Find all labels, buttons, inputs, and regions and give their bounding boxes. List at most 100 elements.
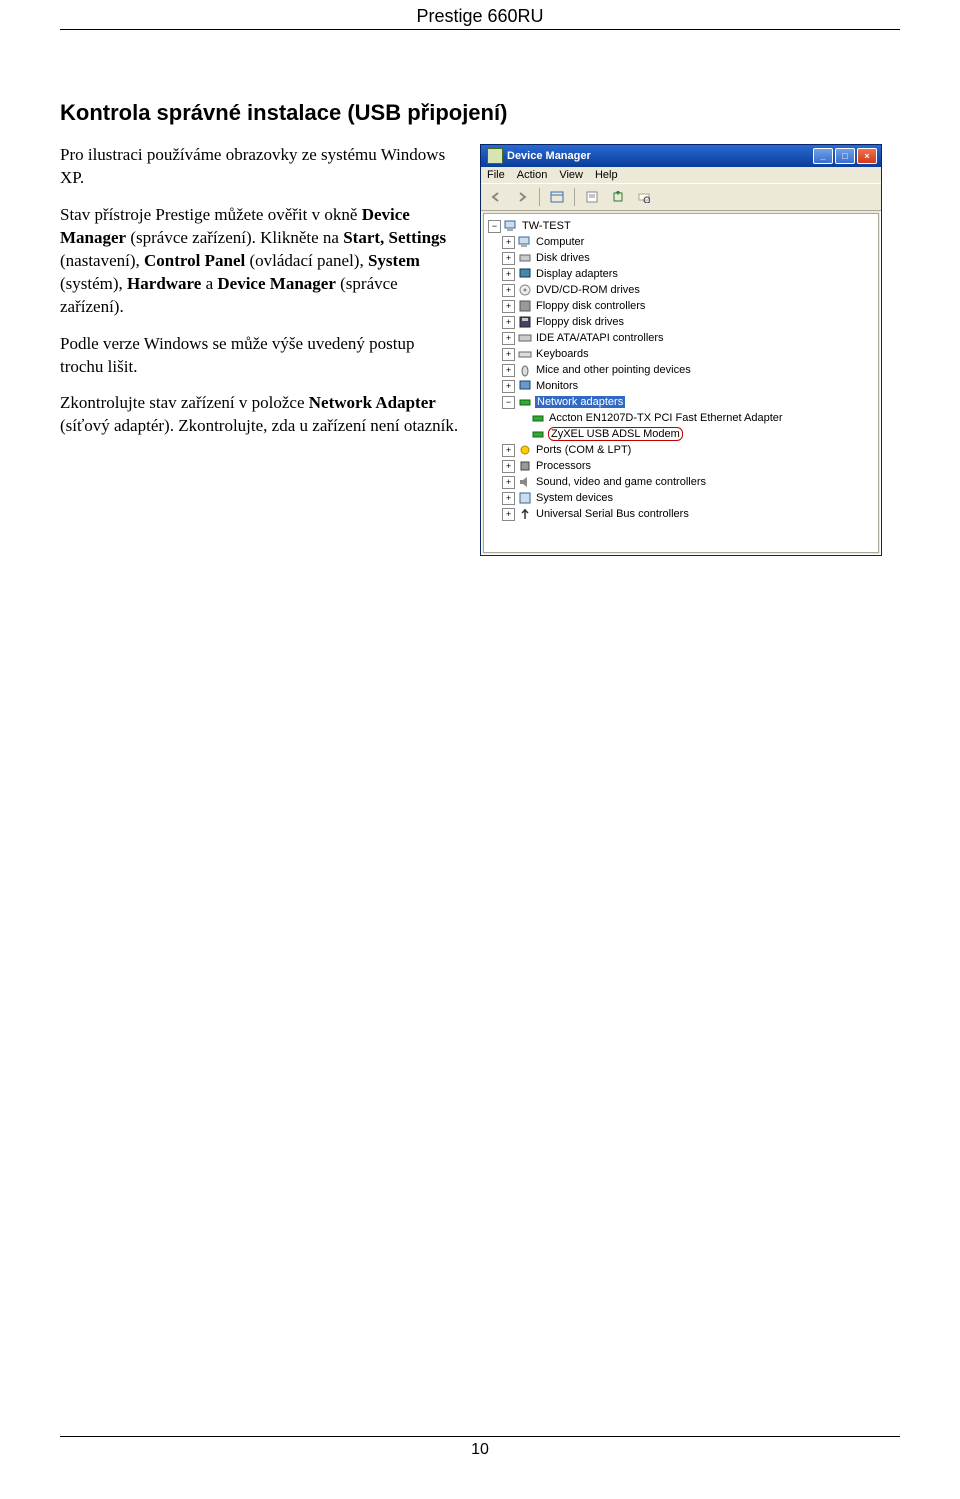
nic-icon	[531, 411, 545, 425]
page-number: 10	[471, 1441, 489, 1458]
computer-icon	[518, 235, 532, 249]
menu-bar[interactable]: File Action View Help	[481, 167, 881, 183]
minimize-button[interactable]: _	[813, 148, 833, 164]
monitor-icon	[518, 379, 532, 393]
tree-item[interactable]: + Computer	[488, 234, 876, 250]
section-title: Kontrola správné instalace (USB připojen…	[60, 100, 900, 126]
expander-icon[interactable]: −	[502, 396, 515, 409]
tree-item[interactable]: + DVD/CD-ROM drives	[488, 282, 876, 298]
tree-item-label: Floppy disk drives	[535, 316, 625, 328]
paragraph-3: Zkontrolujte stav zařízení v položce Net…	[60, 392, 462, 438]
toolbar-view-button[interactable]	[546, 187, 568, 207]
tree-item[interactable]: Accton EN1207D-TX PCI Fast Ethernet Adap…	[488, 410, 876, 426]
tree-item[interactable]: + Mice and other pointing devices	[488, 362, 876, 378]
expander-icon[interactable]: +	[502, 268, 515, 281]
computer-root-icon	[504, 219, 518, 233]
expander-icon[interactable]: +	[502, 380, 515, 393]
toolbar-scan-button[interactable]	[633, 187, 655, 207]
expander-icon[interactable]: +	[502, 460, 515, 473]
devmgr-icon	[487, 148, 503, 164]
expander-icon[interactable]: −	[488, 220, 501, 233]
expander-icon[interactable]: +	[502, 508, 515, 521]
paragraph-0: Pro ilustraci používáme obrazovky ze sys…	[60, 144, 462, 190]
menu-file[interactable]: File	[487, 169, 505, 181]
expander-icon[interactable]: +	[502, 284, 515, 297]
tree-item-label: Display adapters	[535, 268, 619, 280]
tree-item-label: Monitors	[535, 380, 579, 392]
menu-view[interactable]: View	[559, 169, 583, 181]
keyboard-icon	[518, 347, 532, 361]
tree-item[interactable]: + Universal Serial Bus controllers	[488, 506, 876, 522]
device-manager-window: Device Manager _ □ × File Action View He…	[480, 144, 882, 556]
tree-item-label: Ports (COM & LPT)	[535, 444, 632, 456]
cpu-icon	[518, 459, 532, 473]
tree-root[interactable]: − TW-TEST	[488, 218, 876, 234]
tree-item-label: Universal Serial Bus controllers	[535, 508, 690, 520]
tree-item-label: IDE ATA/ATAPI controllers	[535, 332, 665, 344]
menu-help[interactable]: Help	[595, 169, 618, 181]
tree-item-label: Keyboards	[535, 348, 590, 360]
maximize-button[interactable]: □	[835, 148, 855, 164]
tree-item-label: Disk drives	[535, 252, 591, 264]
close-button[interactable]: ×	[857, 148, 877, 164]
tree-item[interactable]: + Display adapters	[488, 266, 876, 282]
header-title: Prestige 660RU	[416, 6, 543, 26]
tree-item-label: Accton EN1207D-TX PCI Fast Ethernet Adap…	[548, 412, 784, 424]
usb-icon	[518, 507, 532, 521]
toolbar-separator	[539, 188, 540, 206]
tree-item-label: DVD/CD-ROM drives	[535, 284, 641, 296]
expander-icon[interactable]: +	[502, 332, 515, 345]
device-tree[interactable]: − TW-TEST + Computer + Disk drives + Display …	[483, 213, 879, 553]
tree-item[interactable]: + Monitors	[488, 378, 876, 394]
tree-item-label: Network adapters	[535, 396, 625, 408]
tree-item[interactable]: + IDE ATA/ATAPI controllers	[488, 330, 876, 346]
tree-item[interactable]: − Network adapters	[488, 394, 876, 410]
system-icon	[518, 491, 532, 505]
floppy-icon	[518, 315, 532, 329]
disk-icon	[518, 251, 532, 265]
expander-icon[interactable]: +	[502, 300, 515, 313]
tree-item-label: ZyXEL USB ADSL Modem	[548, 427, 683, 441]
window-titlebar[interactable]: Device Manager _ □ ×	[481, 145, 881, 167]
toolbar-separator	[574, 188, 575, 206]
page-header: Prestige 660RU	[60, 0, 900, 30]
toolbar-properties-button[interactable]	[581, 187, 603, 207]
nic-icon	[531, 427, 545, 441]
tree-item[interactable]: + Ports (COM & LPT)	[488, 442, 876, 458]
paragraph-2: Podle verze Windows se může výše uvedený…	[60, 333, 462, 379]
toolbar-forward-button[interactable]	[511, 187, 533, 207]
expander-icon[interactable]: +	[502, 444, 515, 457]
menu-action[interactable]: Action	[517, 169, 548, 181]
expander-icon[interactable]: +	[502, 236, 515, 249]
window-title: Device Manager	[507, 150, 813, 162]
body-text: Pro ilustraci používáme obrazovky ze sys…	[60, 144, 462, 452]
expander-icon[interactable]: +	[502, 252, 515, 265]
toolbar-back-button[interactable]	[485, 187, 507, 207]
expander-icon[interactable]: +	[502, 364, 515, 377]
expander-icon[interactable]: +	[502, 476, 515, 489]
floppyctrl-icon	[518, 299, 532, 313]
tree-item-label: Mice and other pointing devices	[535, 364, 692, 376]
page-footer: 10	[60, 1436, 900, 1459]
network-icon	[518, 395, 532, 409]
tree-item[interactable]: +Sound, video and game controllers	[488, 474, 876, 490]
expander-icon[interactable]: +	[502, 316, 515, 329]
tree-item[interactable]: + Processors	[488, 458, 876, 474]
tree-item[interactable]: ZyXEL USB ADSL Modem	[488, 426, 876, 442]
tree-item-label: System devices	[535, 492, 614, 504]
expander-icon[interactable]: +	[502, 492, 515, 505]
expander-icon[interactable]: +	[502, 348, 515, 361]
tree-item[interactable]: + Keyboards	[488, 346, 876, 362]
ports-icon	[518, 443, 532, 457]
cd-icon	[518, 283, 532, 297]
toolbar-refresh-button[interactable]	[607, 187, 629, 207]
tree-item[interactable]: + Disk drives	[488, 250, 876, 266]
tree-item[interactable]: + Floppy disk controllers	[488, 298, 876, 314]
tree-item-label: Floppy disk controllers	[535, 300, 646, 312]
tree-root-label: TW-TEST	[521, 220, 572, 232]
tree-item-label: Computer	[535, 236, 585, 248]
tree-item[interactable]: + System devices	[488, 490, 876, 506]
tree-item-label: Processors	[535, 460, 592, 472]
display-icon	[518, 267, 532, 281]
tree-item[interactable]: + Floppy disk drives	[488, 314, 876, 330]
